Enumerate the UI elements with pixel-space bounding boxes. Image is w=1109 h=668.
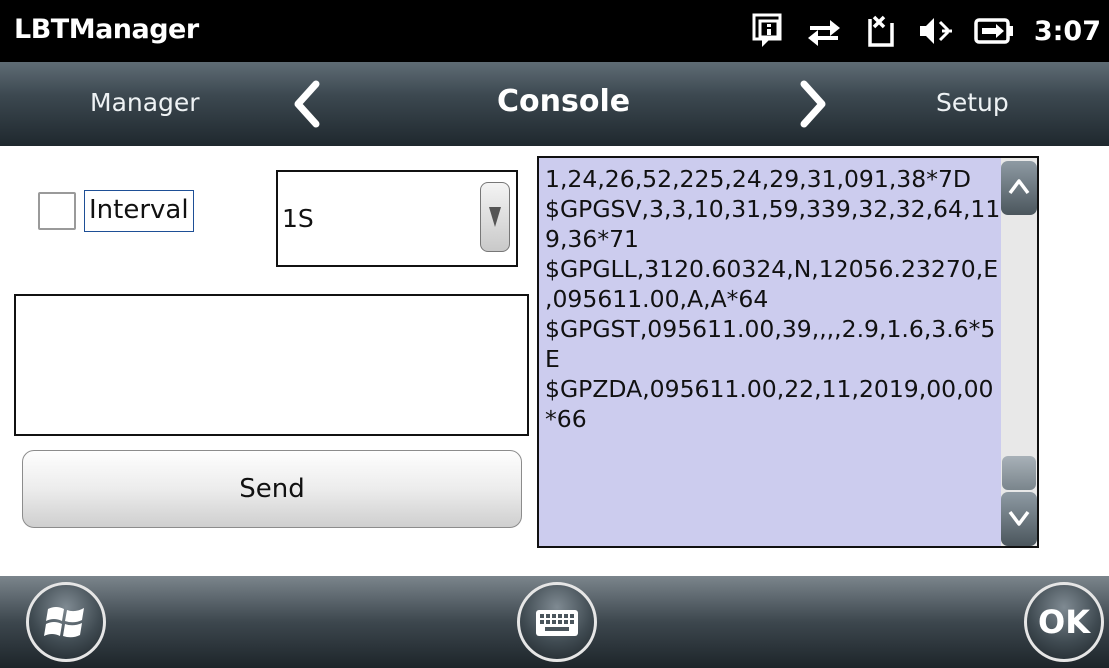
start-button[interactable]	[26, 582, 106, 662]
no-signal-icon[interactable]	[862, 13, 898, 49]
interval-label[interactable]: Interval	[84, 190, 194, 232]
keyboard-button[interactable]	[517, 582, 597, 662]
app-title: LBTManager	[14, 14, 199, 45]
clock[interactable]: 3:07	[1034, 16, 1101, 47]
ok-button[interactable]: OK	[1024, 582, 1104, 662]
console-line: E	[545, 345, 560, 373]
volume-icon[interactable]	[918, 14, 954, 48]
notification-icon[interactable]	[752, 13, 786, 49]
console-output[interactable]: 1,24,26,52,225,24,29,31,091,38*7D $GPGSV…	[537, 156, 1039, 548]
console-line: $GPGSV,3,3,10,31,59,339,32,32,64,11	[545, 195, 1001, 223]
nav-next-label[interactable]: Setup	[936, 88, 1009, 117]
interval-checkbox[interactable]	[38, 192, 76, 230]
command-input[interactable]	[14, 294, 529, 436]
navigation-bar: Manager Console Setup	[0, 62, 1109, 146]
scroll-thumb[interactable]	[1002, 456, 1036, 490]
battery-charging-icon[interactable]	[974, 16, 1014, 46]
keyboard-icon	[536, 610, 578, 636]
chevron-down-icon	[1008, 510, 1030, 526]
console-line: $GPGST,095611.00,39,,,,2.9,1.6,3.6*5	[545, 315, 996, 343]
chevron-up-icon	[1008, 179, 1030, 195]
interval-selected-value: 1S	[282, 204, 314, 233]
status-icons: 3:07	[752, 10, 1101, 52]
scroll-up-button[interactable]	[1001, 161, 1037, 215]
connectivity-icon[interactable]	[806, 14, 842, 48]
chevron-right-icon[interactable]	[796, 80, 830, 132]
scroll-down-button[interactable]	[1001, 492, 1037, 546]
console-text: 1,24,26,52,225,24,29,31,091,38*7D $GPGSV…	[545, 164, 1023, 434]
interval-dropdown[interactable]: 1S	[276, 170, 518, 267]
windows-logo-icon	[44, 607, 84, 638]
console-line: 9,36*71	[545, 225, 639, 253]
ok-label: OK	[1038, 603, 1090, 641]
chevron-down-icon	[489, 207, 501, 227]
console-scrollbar[interactable]	[1001, 158, 1037, 546]
console-line: *66	[545, 405, 587, 433]
bottom-bar: OK	[0, 576, 1109, 668]
send-button[interactable]: Send	[22, 450, 522, 528]
console-line: $GPGLL,3120.60324,N,12056.23270,E	[545, 255, 999, 283]
nav-prev-label[interactable]: Manager	[90, 88, 200, 117]
console-line: ,095611.00,A,A*64	[545, 285, 769, 313]
console-page: Interval 1S Send 1,24,26,52,225,24,29,31…	[0, 146, 1109, 576]
chevron-left-icon[interactable]	[290, 80, 324, 132]
console-line: $GPZDA,095611.00,22,11,2019,00,00	[545, 375, 994, 403]
dropdown-button[interactable]	[480, 182, 510, 252]
console-line: 1,24,26,52,225,24,29,31,091,38*7D	[545, 165, 972, 193]
title-bar: LBTManager 3:07	[0, 0, 1109, 62]
page-title: Console	[497, 84, 631, 119]
